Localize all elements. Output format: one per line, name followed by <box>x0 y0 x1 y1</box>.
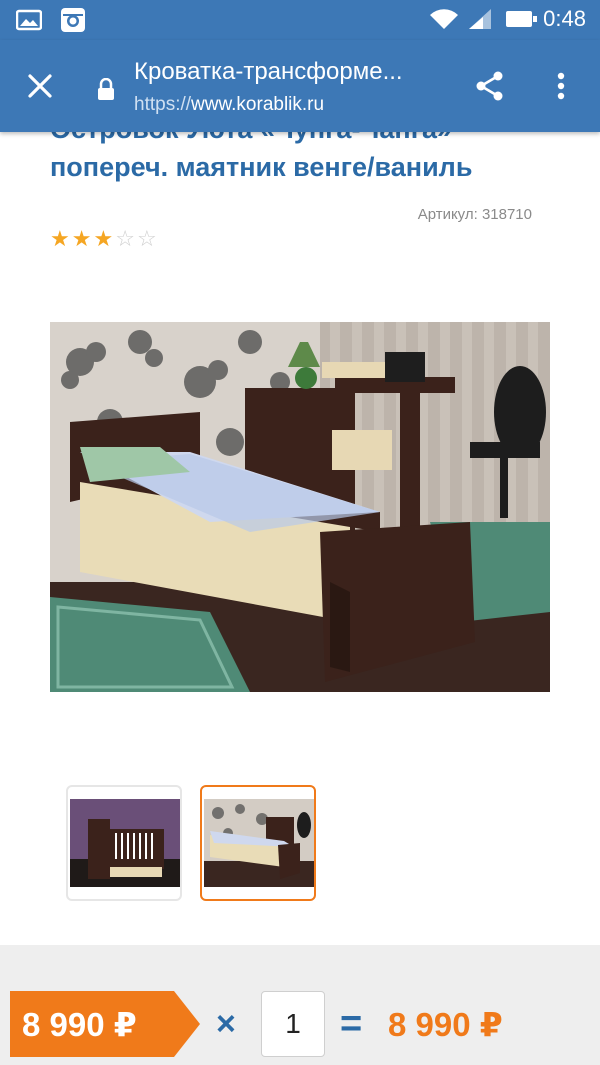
thumbnail-bed[interactable] <box>200 785 316 901</box>
page-content: Островок Уюта «Чунга-Чанга» попереч. мая… <box>0 132 600 944</box>
product-title: Островок Уюта «Чунга-Чанга» попереч. мая… <box>50 132 570 186</box>
share-icon[interactable] <box>472 68 508 104</box>
browser-toolbar: Кроватка-трансформе... https://www.korab… <box>0 40 600 132</box>
star-icon: ★ <box>93 226 114 251</box>
overflow-menu-icon[interactable] <box>546 68 576 104</box>
status-bar: 0:48 <box>0 0 600 40</box>
rating-stars[interactable]: ★ ★ ★ ☆ ☆ <box>50 228 157 250</box>
star-icon: ★ <box>71 226 92 251</box>
page-title[interactable]: Кроватка-трансформе... <box>134 58 444 86</box>
cart-bar: 8 990 ₽ × 1 = 8 990 ₽ <box>0 945 600 1065</box>
gallery-icon <box>15 8 43 32</box>
product-title-line1: Островок Уюта «Чунга-Чанга» <box>50 132 570 148</box>
thumbnail-crib[interactable] <box>66 785 182 901</box>
product-title-line2: попереч. маятник венге/ваниль <box>50 152 473 182</box>
unit-price: 8 990 ₽ <box>22 1006 137 1043</box>
battery-icon <box>505 7 538 31</box>
star-icon: ★ <box>50 226 70 251</box>
price-tag: 8 990 ₽ <box>10 991 200 1057</box>
signal-icon <box>467 7 493 31</box>
multiply-sign: × <box>216 1005 236 1043</box>
quantity-input[interactable]: 1 <box>261 991 325 1057</box>
star-empty-icon: ☆ <box>115 226 135 251</box>
wifi-icon <box>429 7 459 31</box>
product-main-image[interactable] <box>50 322 550 692</box>
close-icon[interactable] <box>22 68 58 104</box>
url-text[interactable]: https://www.korablik.ru <box>134 94 324 116</box>
star-empty-icon: ☆ <box>136 226 157 251</box>
lock-icon <box>96 77 116 100</box>
url-scheme: https:// <box>134 94 192 115</box>
equals-sign: = <box>340 1003 363 1045</box>
article-number: Артикул: 318710 <box>417 206 532 223</box>
clock: 0:48 <box>543 6 586 31</box>
url-host: www.korablik.ru <box>191 94 325 115</box>
instagram-icon <box>60 8 86 32</box>
total-price: 8 990 ₽ <box>388 1006 503 1043</box>
